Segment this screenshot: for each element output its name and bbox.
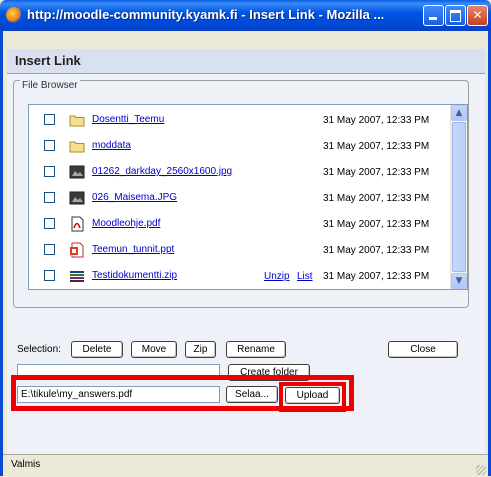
chevron-up-icon: ▲ <box>455 108 463 118</box>
file-link[interactable]: Moodleohje.pdf <box>92 218 160 229</box>
file-checkbox[interactable] <box>44 140 55 151</box>
zip-file-icon <box>70 271 84 282</box>
close-window-button[interactable]: ✕ <box>467 5 488 26</box>
panel-header: Insert Link <box>7 49 485 74</box>
chevron-down-icon: ▼ <box>455 276 463 286</box>
file-checkbox[interactable] <box>44 166 55 177</box>
maximize-icon <box>450 10 461 22</box>
file-checkbox[interactable] <box>44 192 55 203</box>
unzip-link[interactable]: Unzip <box>264 271 290 282</box>
rename-button[interactable]: Rename <box>226 341 286 358</box>
delete-button[interactable]: Delete <box>71 341 123 358</box>
window-title: http://moodle-community.kyamk.fi - Inser… <box>27 7 385 22</box>
file-link[interactable]: moddata <box>92 140 131 151</box>
file-link[interactable]: 01262_darkday_2560x1600.jpg <box>92 166 232 177</box>
page-title: Insert Link <box>15 53 81 68</box>
list-item: Dosentti_Teemu 31 May 2007, 12:33 PM <box>29 110 453 130</box>
minimize-icon <box>429 17 437 20</box>
file-link[interactable]: 026_Maisema.JPG <box>92 192 177 203</box>
scroll-up-button[interactable]: ▲ <box>451 105 467 121</box>
firefox-icon <box>6 7 22 23</box>
folder-icon <box>69 141 85 153</box>
selection-label: Selection: <box>17 344 61 355</box>
move-button[interactable]: Move <box>131 341 177 358</box>
file-checkbox[interactable] <box>44 244 55 255</box>
vertical-scrollbar[interactable]: ▲ ▼ <box>450 105 467 289</box>
pdf-file-icon <box>71 216 84 232</box>
resize-grip-icon[interactable] <box>476 465 486 475</box>
file-link[interactable]: Teemun_tunnit.ppt <box>92 244 174 255</box>
ppt-file-icon <box>70 242 84 258</box>
minimize-button[interactable] <box>423 5 444 26</box>
zip-button[interactable]: Zip <box>185 341 216 358</box>
list-item: Testidokumentti.zip Unzip List 31 May 20… <box>29 266 453 286</box>
list-item: Moodleohje.pdf 31 May 2007, 12:33 PM <box>29 214 453 234</box>
file-link[interactable]: Dosentti_Teemu <box>92 114 164 125</box>
file-date: 31 May 2007, 12:33 PM <box>323 245 430 256</box>
image-file-icon <box>69 191 85 205</box>
list-item: 01262_darkday_2560x1600.jpg 31 May 2007,… <box>29 162 453 182</box>
file-date: 31 May 2007, 12:33 PM <box>323 193 430 204</box>
maximize-button[interactable] <box>445 5 466 26</box>
file-link[interactable]: Testidokumentti.zip <box>92 270 177 281</box>
folder-icon <box>69 115 85 127</box>
file-checkbox[interactable] <box>44 270 55 281</box>
status-text: Valmis <box>11 459 41 470</box>
file-checkbox[interactable] <box>44 114 55 125</box>
close-button[interactable]: Close <box>388 341 458 358</box>
file-date: 31 May 2007, 12:33 PM <box>323 115 430 126</box>
list-item: 026_Maisema.JPG 31 May 2007, 12:33 PM <box>29 188 453 208</box>
window-titlebar[interactable]: http://moodle-community.kyamk.fi - Inser… <box>0 0 491 31</box>
file-date: 31 May 2007, 12:33 PM <box>323 271 430 282</box>
status-bar: Valmis <box>3 454 488 477</box>
list-item: Teemun_tunnit.ppt 31 May 2007, 12:33 PM <box>29 240 453 260</box>
file-date: 31 May 2007, 12:33 PM <box>323 167 430 178</box>
file-date: 31 May 2007, 12:33 PM <box>323 219 430 230</box>
file-browser-legend: File Browser <box>20 80 80 91</box>
image-file-icon <box>69 165 85 179</box>
file-list[interactable]: Dosentti_Teemu 31 May 2007, 12:33 PM mod… <box>28 104 468 290</box>
close-icon: ✕ <box>472 8 483 22</box>
file-date: 31 May 2007, 12:33 PM <box>323 141 430 152</box>
list-item: moddata 31 May 2007, 12:33 PM <box>29 136 453 156</box>
scroll-down-button[interactable]: ▼ <box>451 273 467 289</box>
scroll-thumb[interactable] <box>452 122 466 272</box>
highlight-upload-button <box>279 382 346 412</box>
file-checkbox[interactable] <box>44 218 55 229</box>
list-link[interactable]: List <box>297 271 313 282</box>
